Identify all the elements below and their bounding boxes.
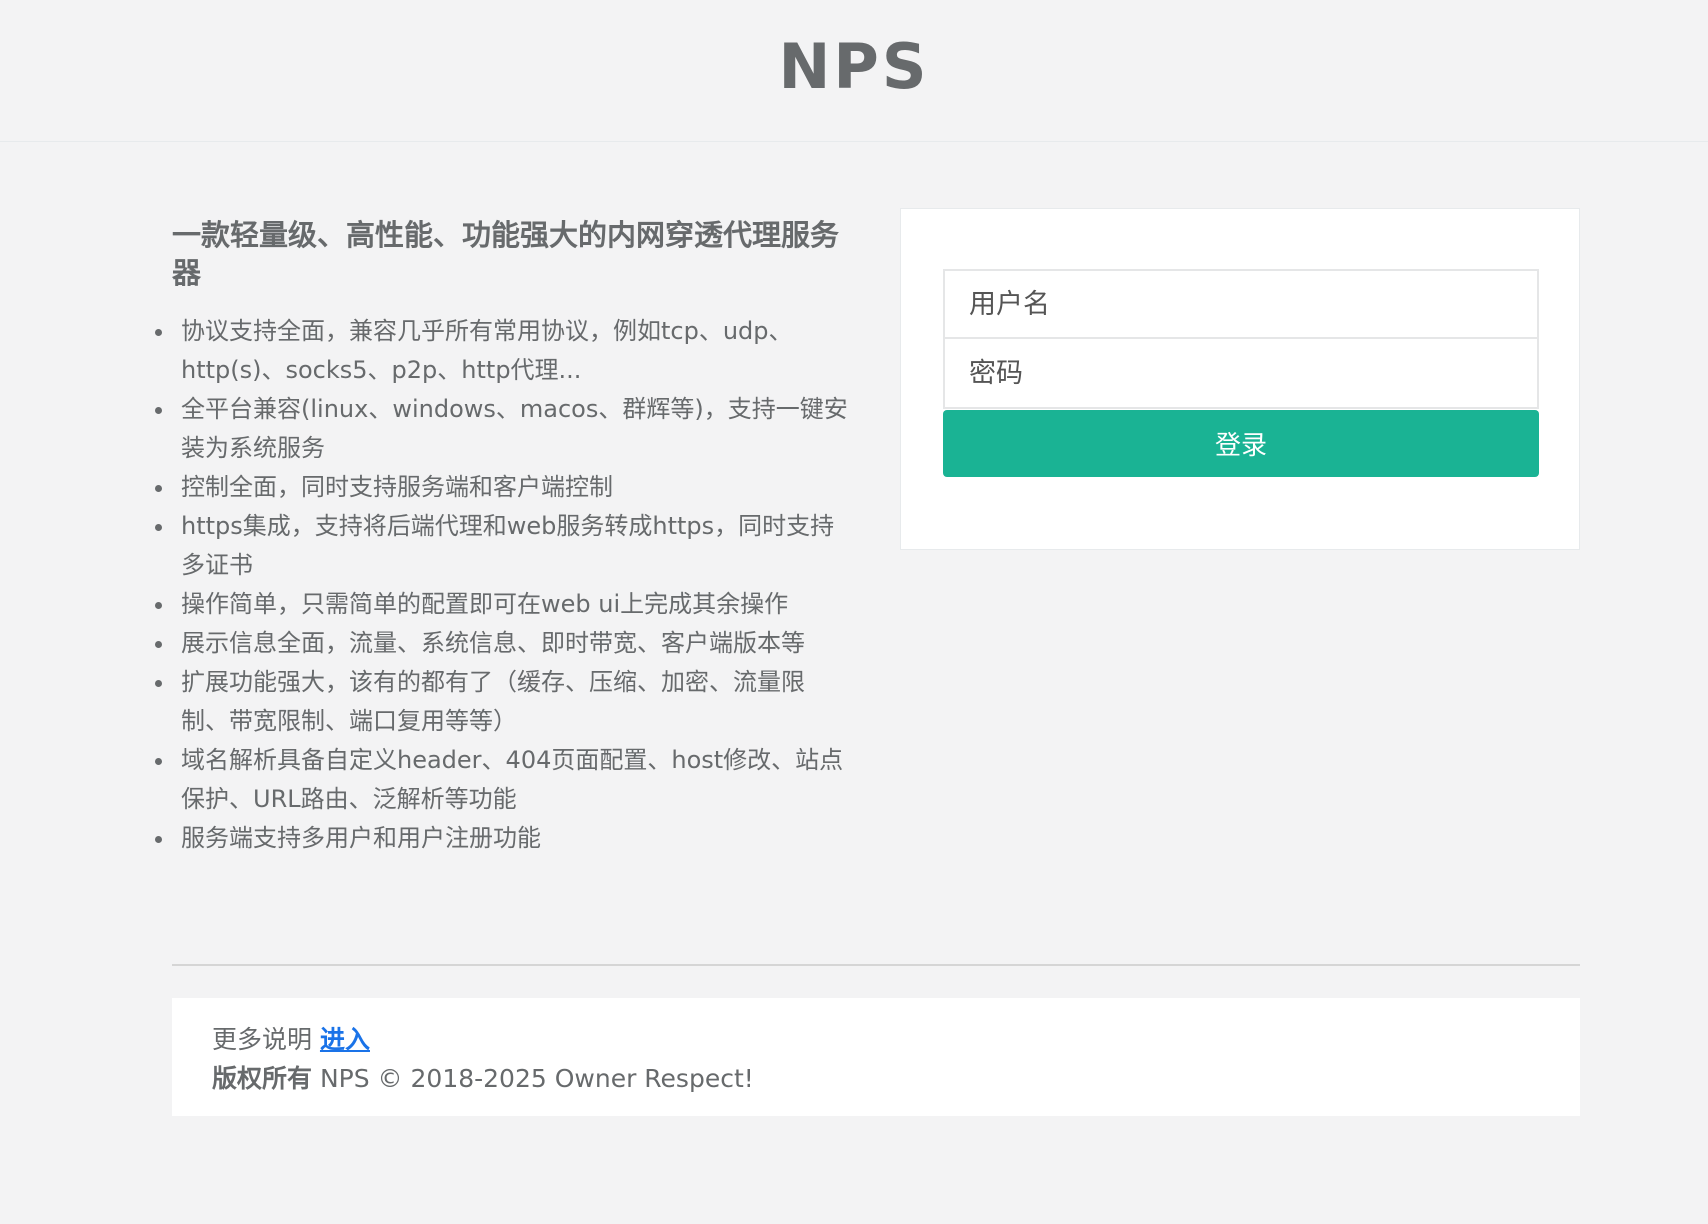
password-input[interactable]: [943, 339, 1539, 409]
feature-item: 操作简单，只需简单的配置即可在web ui上完成其余操作: [155, 585, 852, 624]
top-header: NPS: [0, 0, 1708, 142]
feature-item: 服务端支持多用户和用户注册功能: [155, 819, 852, 858]
feature-item: 全平台兼容(linux、windows、macos、群辉等)，支持一键安装为系统…: [155, 390, 852, 468]
username-input[interactable]: [943, 269, 1539, 339]
app-logo: NPS: [778, 30, 930, 103]
copyright-text: NPS © 2018-2025 Owner Respect!: [319, 1064, 754, 1093]
feature-item: 协议支持全面，兼容几乎所有常用协议，例如tcp、udp、http(s)、sock…: [155, 312, 852, 390]
feature-item: 域名解析具备自定义header、404页面配置、host修改、站点保护、URL路…: [155, 741, 852, 819]
divider: [172, 964, 1580, 966]
login-form: 登录: [943, 269, 1539, 477]
feature-item: 扩展功能强大，该有的都有了（缓存、压缩、加密、流量限制、带宽限制、端口复用等等）: [155, 663, 852, 741]
more-info-row: 更多说明 进入: [212, 1020, 1580, 1059]
login-button[interactable]: 登录: [943, 410, 1539, 477]
main-content: 一款轻量级、高性能、功能强大的内网穿透代理服务器 协议支持全面，兼容几乎所有常用…: [0, 142, 1708, 1224]
footer: 更多说明 进入 版权所有 NPS © 2018-2025 Owner Respe…: [172, 998, 1580, 1116]
login-panel: 登录: [900, 208, 1580, 550]
copyright-label: 版权所有: [212, 1064, 313, 1093]
more-info-link[interactable]: 进入: [320, 1025, 370, 1054]
feature-item: 展示信息全面，流量、系统信息、即时带宽、客户端版本等: [155, 624, 852, 663]
feature-item: 控制全面，同时支持服务端和客户端控制: [155, 468, 852, 507]
feature-item: https集成，支持将后端代理和web服务转成https，同时支持多证书: [155, 507, 852, 585]
copyright-row: 版权所有 NPS © 2018-2025 Owner Respect!: [212, 1059, 1580, 1098]
intro-section: 一款轻量级、高性能、功能强大的内网穿透代理服务器 协议支持全面，兼容几乎所有常用…: [155, 216, 852, 858]
intro-title: 一款轻量级、高性能、功能强大的内网穿透代理服务器: [172, 218, 840, 290]
more-info-label: 更多说明: [212, 1025, 313, 1054]
feature-list: 协议支持全面，兼容几乎所有常用协议，例如tcp、udp、http(s)、sock…: [155, 312, 852, 858]
